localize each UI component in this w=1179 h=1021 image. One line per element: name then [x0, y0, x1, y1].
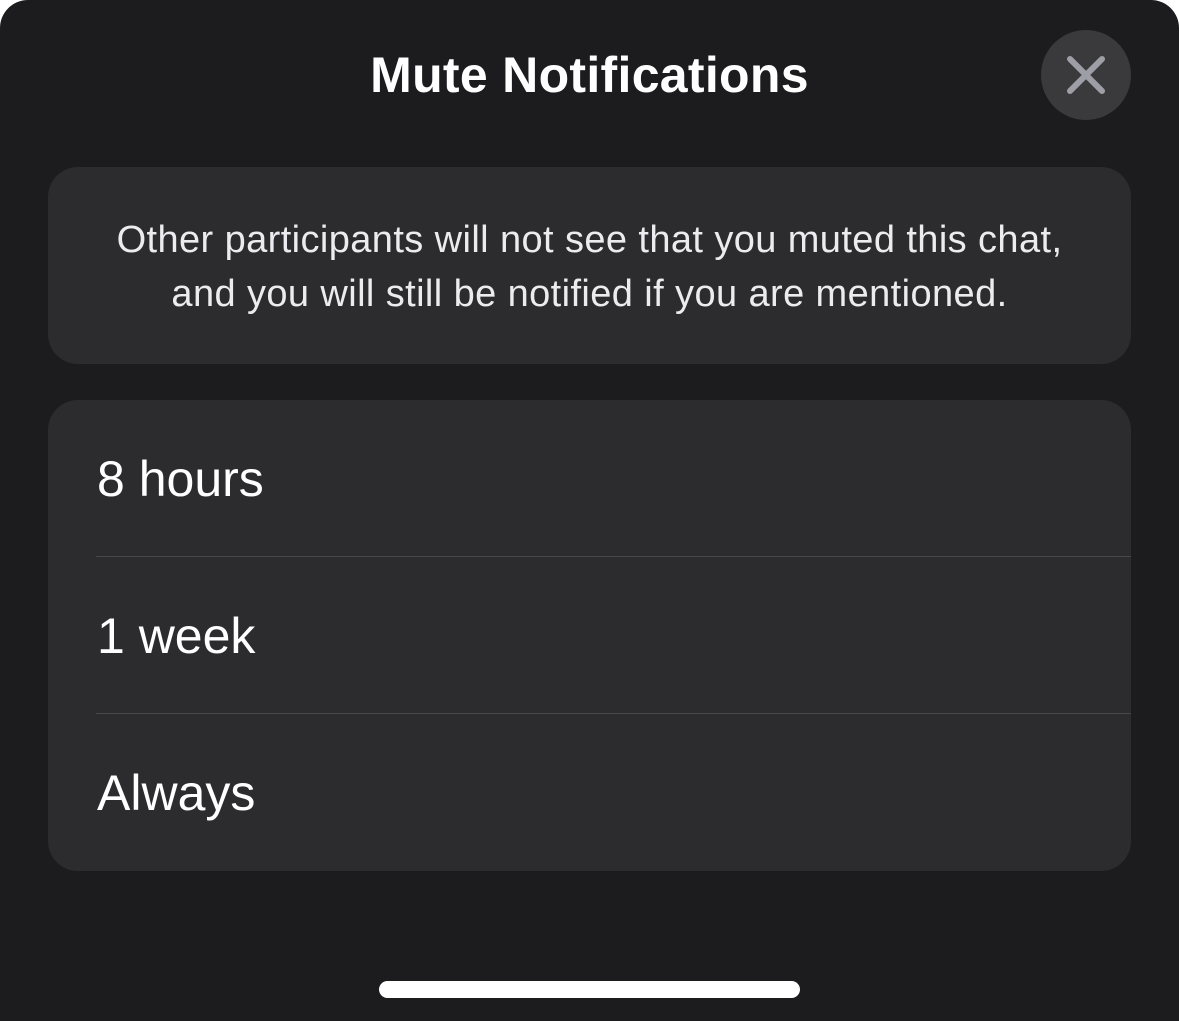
option-label: Always	[97, 764, 256, 821]
close-icon	[1067, 56, 1105, 94]
option-label: 1 week	[97, 607, 256, 664]
mute-duration-options: 8 hours 1 week Always	[48, 400, 1131, 871]
option-8-hours[interactable]: 8 hours	[48, 400, 1131, 557]
option-1-week[interactable]: 1 week	[48, 557, 1131, 714]
mute-notifications-sheet: Mute Notifications Other participants wi…	[0, 0, 1179, 1021]
close-button[interactable]	[1041, 30, 1131, 120]
info-text: Other participants will not see that you…	[116, 219, 1063, 315]
option-label: 8 hours	[97, 450, 264, 507]
sheet-title: Mute Notifications	[370, 47, 809, 103]
info-card: Other participants will not see that you…	[48, 167, 1131, 364]
option-always[interactable]: Always	[48, 714, 1131, 871]
home-indicator[interactable]	[379, 981, 800, 998]
